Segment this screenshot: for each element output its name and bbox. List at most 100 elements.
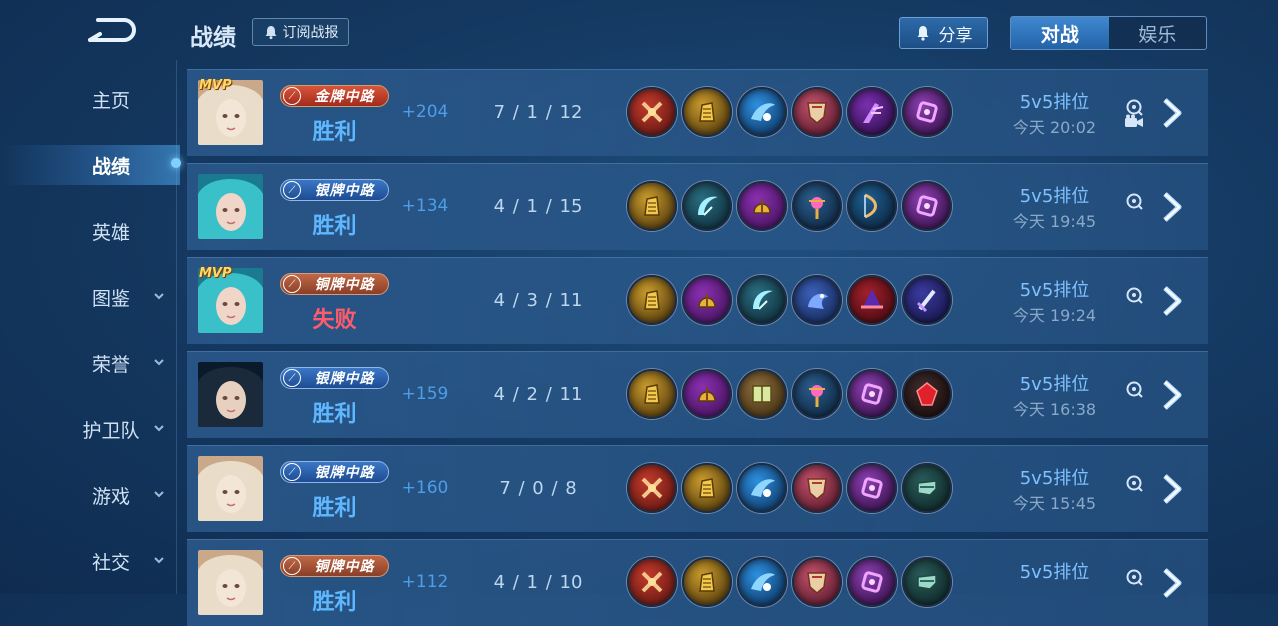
- active-indicator-dot: [171, 158, 181, 168]
- match-time: 今天 15:45: [1012, 494, 1097, 513]
- rank-score: +112: [401, 572, 449, 592]
- sidebar-item-heroes[interactable]: 英雄: [0, 211, 180, 251]
- rank-badge-label: 铜牌中路: [314, 277, 375, 293]
- sword-icon: ⟋: [283, 463, 301, 481]
- bell-icon: [917, 26, 928, 41]
- teal-boots-icon: [902, 557, 952, 607]
- game-mode: 5v5排位: [1019, 92, 1090, 113]
- kda-stats: 4 / 2 / 11: [493, 384, 583, 405]
- teal-scythe-icon: [737, 275, 787, 325]
- violet-glyph-icon: [847, 557, 897, 607]
- gold-gauntlet-icon: [627, 369, 677, 419]
- chevron-right-icon[interactable]: [1159, 284, 1185, 318]
- tab-battle[interactable]: 对战: [1011, 17, 1109, 49]
- rank-score: +159: [401, 384, 449, 404]
- hero-avatar: [198, 174, 263, 239]
- hero-avatar: [198, 456, 263, 521]
- crimson-shield-icon: [792, 463, 842, 513]
- violet-glyph-icon: [847, 463, 897, 513]
- gold-gauntlet-icon: [682, 463, 732, 513]
- match-result: 胜利: [312, 214, 357, 239]
- equipment-list: [627, 369, 952, 421]
- azure-bow-icon: [847, 181, 897, 231]
- chevron-down-icon: [154, 557, 164, 564]
- violet-glyph-icon: [847, 369, 897, 419]
- game-mode: 5v5排位: [1019, 468, 1090, 489]
- teal-orb-staff-icon: [792, 181, 842, 231]
- red-cross-relic-icon: [627, 557, 677, 607]
- rank-badge: ⟋ 银牌中路: [280, 179, 389, 201]
- share-button[interactable]: 分享: [899, 17, 988, 49]
- sidebar-item-codex[interactable]: 图鉴: [0, 277, 180, 317]
- match-time: 今天 19:45: [1012, 212, 1097, 231]
- replay-icon[interactable]: [1125, 380, 1143, 398]
- sidebar-item-home[interactable]: 主页: [0, 79, 180, 119]
- crimson-hat-icon: [847, 275, 897, 325]
- match-row[interactable]: ⟋ 银牌中路 胜利 +159 4 / 2 / 11 5v5排位 今天 16:38: [187, 351, 1208, 438]
- rank-badge-label: 铜牌中路: [314, 559, 375, 575]
- sword-icon: ⟋: [283, 557, 301, 575]
- red-cross-relic-icon: [627, 87, 677, 137]
- gold-gauntlet-icon: [627, 275, 677, 325]
- subscribe-report-button[interactable]: 订阅战报: [252, 18, 349, 46]
- match-row[interactable]: MVP ⟋ 金牌中路 胜利 +204 7 / 1 / 12 5v5排位 今天 20:02: [187, 69, 1208, 156]
- sidebar-item-record[interactable]: 战绩: [0, 145, 180, 185]
- share-label: 分享: [938, 25, 973, 46]
- sidebar-item-guard-team[interactable]: 护卫队: [0, 409, 180, 449]
- match-time: 今天 19:24: [1012, 306, 1097, 325]
- blue-wing-icon: [737, 87, 787, 137]
- sidebar-item-social[interactable]: 社交: [0, 541, 180, 581]
- match-row[interactable]: ⟋ 银牌中路 胜利 +160 7 / 0 / 8 5v5排位今天 15:45: [187, 445, 1208, 532]
- rank-score: +160: [401, 478, 449, 498]
- chevron-right-icon[interactable]: [1159, 566, 1185, 600]
- chevron-right-icon[interactable]: [1159, 472, 1185, 506]
- bell-icon: [265, 26, 276, 40]
- sidebar-item-honor[interactable]: 荣誉: [0, 343, 180, 383]
- gold-helmet-icon: [737, 181, 787, 231]
- match-row[interactable]: ⟋ 铜牌中路 胜利 +112 4 / 1 / 10 5v5排位: [187, 539, 1208, 626]
- match-row[interactable]: MVP ⟋ 铜牌中路 失败 4 / 3 / 11 5v5排位 今天 19:24: [187, 257, 1208, 344]
- equipment-list: [627, 87, 952, 139]
- rank-badge-label: 银牌中路: [314, 465, 375, 481]
- red-gem-icon: [902, 369, 952, 419]
- violet-glyph-icon: [902, 181, 952, 231]
- chevron-down-icon: [154, 293, 164, 300]
- blue-wing-icon: [737, 557, 787, 607]
- kda-stats: 7 / 0 / 8: [499, 478, 577, 499]
- chevron-right-icon[interactable]: [1159, 378, 1185, 412]
- sword-icon: ⟋: [283, 369, 301, 387]
- video-camera-icon[interactable]: [1124, 114, 1144, 128]
- sidebar-item-game[interactable]: 游戏: [0, 475, 180, 515]
- match-time: 今天 16:38: [1012, 400, 1097, 419]
- sidebar: 主页战绩英雄图鉴荣誉护卫队游戏社交: [0, 0, 181, 594]
- teal-scythe-icon: [682, 181, 732, 231]
- crimson-shield-icon: [792, 87, 842, 137]
- rank-badge: ⟋ 银牌中路: [280, 461, 389, 483]
- blue-dragon-icon: [792, 275, 842, 325]
- replay-icon[interactable]: [1125, 568, 1143, 586]
- rank-badge: ⟋ 铜牌中路: [280, 273, 389, 295]
- teal-orb-staff-icon: [792, 369, 842, 419]
- replay-icon[interactable]: [1125, 192, 1143, 210]
- subscribe-report-label: 订阅战报: [282, 25, 339, 41]
- kda-stats: 7 / 1 / 12: [493, 102, 583, 123]
- tab-entertainment[interactable]: 娱乐: [1109, 17, 1207, 49]
- match-row[interactable]: ⟋ 银牌中路 胜利 +134 4 / 1 / 15 5v5排位 今天 19:45: [187, 163, 1208, 250]
- chevron-right-icon[interactable]: [1159, 190, 1185, 224]
- game-mode: 5v5排位: [1019, 374, 1090, 395]
- rank-badge-label: 金牌中路: [314, 89, 375, 105]
- replay-icon[interactable]: [1125, 474, 1143, 492]
- back-arrow-icon[interactable]: [84, 16, 140, 46]
- violet-sword-icon: [902, 275, 952, 325]
- match-result: 胜利: [312, 120, 357, 145]
- gold-helmet-icon: [682, 369, 732, 419]
- equipment-list: [627, 463, 952, 515]
- rank-badge-label: 银牌中路: [314, 371, 375, 387]
- match-result: 失败: [312, 308, 357, 333]
- replay-icon[interactable]: [1125, 286, 1143, 304]
- gold-gauntlet-icon: [627, 181, 677, 231]
- match-result: 胜利: [312, 496, 357, 521]
- teal-boots-icon: [902, 463, 952, 513]
- sword-icon: ⟋: [283, 181, 301, 199]
- chevron-right-icon[interactable]: [1159, 96, 1185, 130]
